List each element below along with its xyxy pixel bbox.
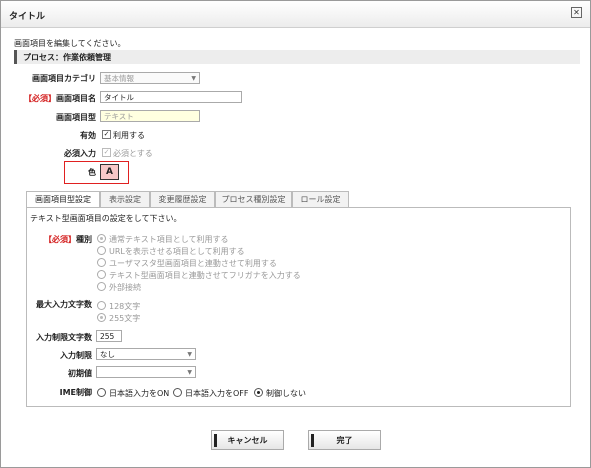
chevron-down-icon: ▼: [187, 369, 192, 376]
button-bar-icon: [311, 434, 314, 447]
max-length-option: 255文字: [109, 314, 141, 323]
panel-description: テキスト型画面項目の設定をして下さい。: [30, 214, 182, 223]
tab-display-settings[interactable]: 表示設定: [100, 191, 150, 207]
enabled-label: 有効: [80, 131, 96, 140]
limit-length-label: 入力制限文字数: [36, 333, 92, 342]
ime-radio-on[interactable]: [97, 388, 106, 397]
kind-radio-external: [97, 282, 106, 291]
section-header: プロセス：作業依頼管理: [14, 50, 580, 64]
kind-option: 通常テキスト項目として利用する: [109, 235, 229, 244]
name-label: 画面項目名: [56, 94, 96, 103]
cancel-button[interactable]: キャンセル: [211, 430, 284, 450]
instructions-text: 画面項目を編集してください。: [14, 39, 126, 48]
category-label: 画面項目カテゴリ: [32, 74, 96, 83]
dialog-title: タイトル: [9, 12, 46, 22]
max-length-option: 128文字: [109, 302, 141, 311]
kind-label-row: 【必須】種別: [0, 234, 92, 245]
required-input-label: 必須入力: [64, 149, 96, 158]
input-limit-value: なし: [100, 350, 115, 359]
required-input-option: 必須とする: [113, 149, 153, 158]
input-limit-label: 入力制限: [60, 351, 92, 360]
max-length-radio-255: [97, 313, 106, 322]
limit-length-input[interactable]: 255: [96, 330, 122, 342]
name-input[interactable]: タイトル: [100, 91, 242, 103]
kind-radio-user-master: [97, 258, 106, 267]
tab-role-settings[interactable]: ロール設定: [292, 191, 349, 207]
chevron-down-icon: ▼: [187, 351, 192, 358]
ime-radio-off[interactable]: [173, 388, 182, 397]
kind-option: テキスト型画面項目と連動させてフリガナを入力する: [109, 271, 301, 280]
kind-radio-url: [97, 246, 106, 255]
close-icon[interactable]: ✕: [571, 7, 582, 18]
color-label: 色: [88, 168, 96, 177]
ime-option: 日本語入力をON: [109, 389, 170, 398]
type-label: 画面項目型: [56, 113, 96, 122]
dialog-titlebar: タイトル ✕: [1, 1, 590, 28]
required-input-checkbox: ✓: [102, 148, 111, 157]
ime-label: IME制御: [59, 388, 92, 397]
enabled-checkbox[interactable]: ✓: [102, 130, 111, 139]
cancel-button-label: キャンセル: [227, 436, 268, 445]
category-select: 基本情報 ▼: [100, 72, 200, 84]
button-bar-icon: [214, 434, 217, 447]
section-title: プロセス：作業依頼管理: [23, 53, 111, 62]
enabled-option: 利用する: [113, 131, 145, 140]
edit-field-dialog: タイトル ✕ 画面項目を編集してください。 プロセス：作業依頼管理 画面項目カテ…: [0, 0, 591, 468]
color-picker-button[interactable]: A: [100, 164, 119, 180]
max-length-radio-128: [97, 301, 106, 310]
done-button-label: 完了: [336, 436, 353, 445]
tab-history-settings[interactable]: 変更履歴設定: [150, 191, 215, 207]
kind-option: ユーザマスタ型画面項目と連動させて利用する: [109, 259, 277, 268]
input-limit-select[interactable]: なし ▼: [96, 348, 196, 360]
name-label-row: 【必須】画面項目名: [0, 93, 96, 104]
required-marker: 【必須】: [44, 235, 76, 244]
ime-option: 制御しない: [266, 389, 306, 398]
max-length-label: 最大入力文字数: [36, 300, 92, 309]
tab-process-type-settings[interactable]: プロセス種別設定: [215, 191, 292, 207]
category-value: 基本情報: [104, 74, 134, 83]
kind-radio-furigana: [97, 270, 106, 279]
tab-field-type-settings[interactable]: 画面項目型設定: [26, 191, 100, 208]
kind-option: URLを表示させる項目として利用する: [109, 247, 245, 256]
type-field: テキスト: [100, 110, 200, 122]
initial-value-select[interactable]: ▼: [96, 366, 196, 378]
kind-option: 外部接続: [109, 283, 141, 292]
ime-option: 日本語入力をOFF: [185, 389, 249, 398]
chevron-down-icon: ▼: [191, 75, 196, 82]
kind-label: 種別: [76, 235, 92, 244]
initial-value-label: 初期値: [68, 369, 92, 378]
ime-radio-none[interactable]: [254, 388, 263, 397]
kind-radio-normal: [97, 234, 106, 243]
required-marker: 【必須】: [24, 94, 56, 103]
done-button[interactable]: 完了: [308, 430, 381, 450]
